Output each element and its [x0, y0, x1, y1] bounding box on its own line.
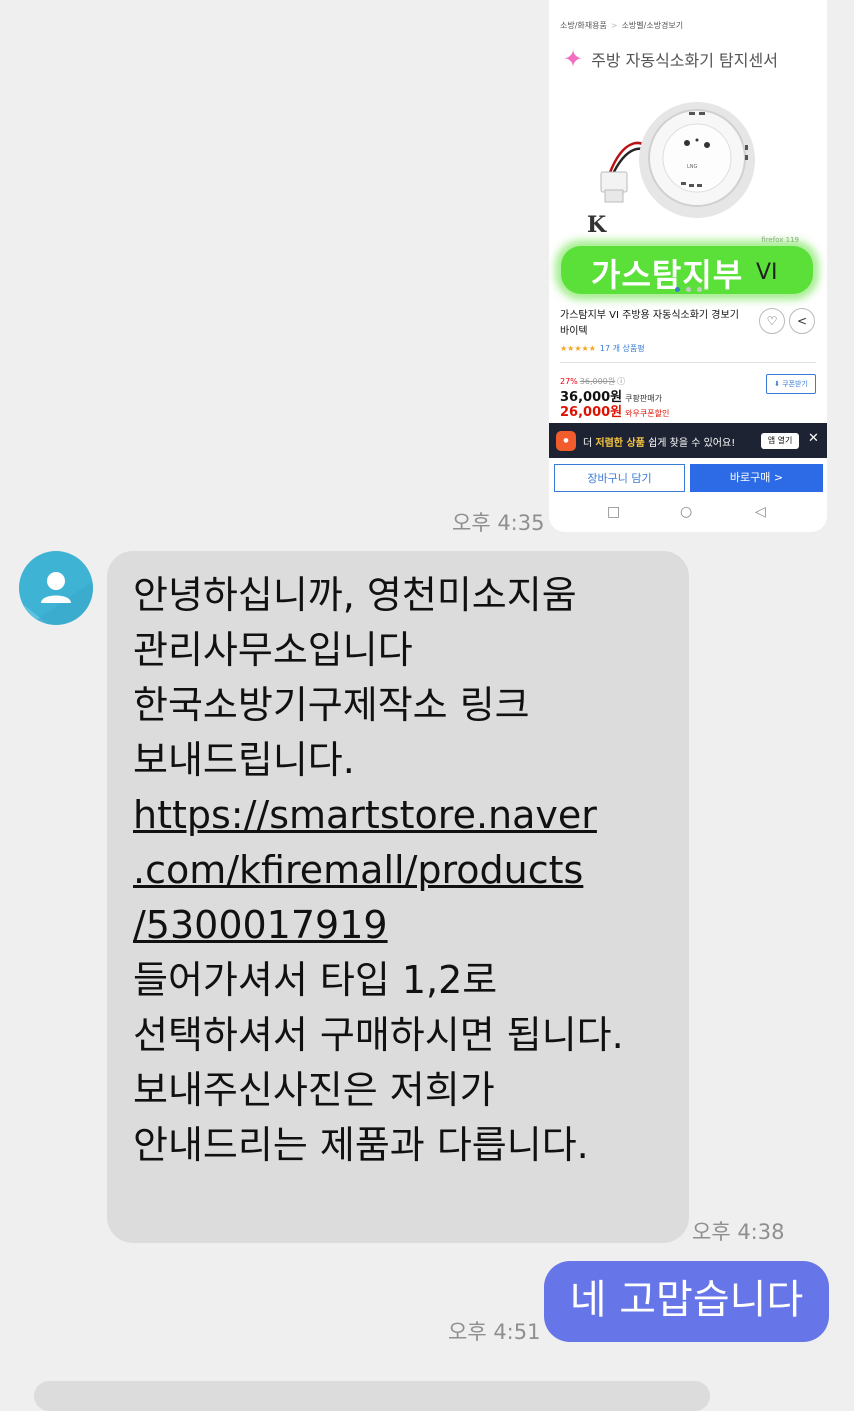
incoming-message-bubble[interactable]: 안녕하십니까, 영천미소지움 관리사무소입니다 한국소방기구제작소 링크 보내드… — [107, 551, 689, 1243]
breadcrumb: 소방/화재용품 > 소방벨/소방경보기 — [560, 20, 683, 31]
app-promo-bar: ● 더 저렴한 상품 쉽게 찾을 수 있어요! 앱 열기 ✕ — [549, 423, 827, 458]
message-timestamp: 오후 4:38 — [692, 1220, 785, 1244]
carousel-dot — [686, 287, 691, 292]
outgoing-message-bubble[interactable]: 네 고맙습니다 — [544, 1261, 829, 1342]
message-timestamp: 오후 4:51 — [448, 1320, 541, 1344]
app-promo-suffix: 쉽게 찾을 수 있어요! — [648, 438, 736, 449]
carousel-dot — [697, 287, 702, 292]
app-promo-prefix: 더 — [583, 438, 593, 449]
carousel-dot-active — [675, 287, 680, 292]
banner-text: 가스탐지부 — [591, 256, 744, 294]
breadcrumb-separator-icon: > — [610, 21, 618, 30]
brand-watermark: firefox 119 — [761, 236, 799, 244]
buy-now-button: 바로구매 > — [690, 464, 823, 492]
app-promo-text: 더 저렴한 상품 쉽게 찾을 수 있어요! — [583, 434, 735, 449]
message-link[interactable]: https://smartstore.naver .com/kfiremall/… — [133, 793, 597, 947]
coupon-button-label: 쿠폰받기 — [782, 380, 808, 388]
info-icon: ⓘ — [617, 377, 626, 386]
default-profile-icon — [19, 572, 93, 625]
avatar[interactable] — [19, 551, 93, 625]
coupon-price: 26,000원 와우쿠폰할인 — [560, 401, 669, 420]
rating-stars: ★★★★★ — [560, 344, 596, 353]
image-carousel-dots — [675, 287, 702, 292]
app-promo-highlight: 저렴한 상품 — [595, 438, 645, 449]
kc-certification-icon: K — [587, 212, 607, 238]
recent-apps-icon: □ — [607, 504, 621, 520]
original-price: 36,000원 — [579, 377, 616, 386]
banner-suffix: VI — [756, 260, 778, 285]
incoming-message-bubble-partial[interactable] — [34, 1381, 710, 1411]
share-icon: < — [789, 308, 815, 334]
breadcrumb-item: 소방벨/소방경보기 — [621, 21, 684, 30]
close-icon: ✕ — [808, 431, 819, 446]
heart-icon: ♡ — [759, 308, 785, 334]
coupon-button: ⬇ 쿠폰받기 — [766, 374, 816, 394]
app-open-button: 앱 열기 — [761, 433, 799, 449]
rating: ★★★★★ 17 개 상품평 — [560, 343, 645, 354]
category-title-text: 주방 자동식소화기 탐지센서 — [591, 51, 778, 70]
incoming-message-text: 안녕하십니까, 영천미소지움 관리사무소입니다 한국소방기구제작소 링크 보내드… — [133, 568, 624, 1173]
product-name: 가스탐지부 VI 주방용 자동식소화기 경보기 바이텍 — [560, 310, 739, 337]
coupon-price-value: 26,000원 — [560, 405, 623, 420]
category-title: ✦ 주방 자동식소화기 탐지센서 — [563, 46, 778, 72]
coupon-price-label: 와우쿠폰할인 — [625, 409, 670, 418]
message-timestamp: 오후 4:35 — [452, 511, 545, 535]
home-icon: ○ — [680, 504, 693, 520]
star-icon: ✦ — [563, 45, 584, 73]
coupang-logo-icon: ● — [556, 431, 576, 451]
divider — [560, 362, 816, 363]
back-icon: ◁ — [755, 504, 766, 520]
svg-text:LNG: LNG — [687, 164, 698, 170]
message-text-before-link: 안녕하십니까, 영천미소지움 관리사무소입니다 한국소방기구제작소 링크 보내드… — [133, 573, 577, 782]
add-to-cart-button: 장바구니 담기 — [554, 464, 685, 492]
message-text-after-link: 들어가셔서 타입 1,2로 선택하셔서 구매하시면 됩니다. 보내주신사진은 저… — [133, 958, 624, 1167]
breadcrumb-item: 소방/화재용품 — [560, 21, 607, 30]
sent-screenshot-image[interactable]: 소방/화재용품 > 소방벨/소방경보기 ✦ 주방 자동식소화기 탐지센서 LNG K… — [549, 0, 827, 532]
discount-rate: 27% — [560, 377, 578, 386]
review-count: 17 개 상품평 — [599, 344, 645, 353]
